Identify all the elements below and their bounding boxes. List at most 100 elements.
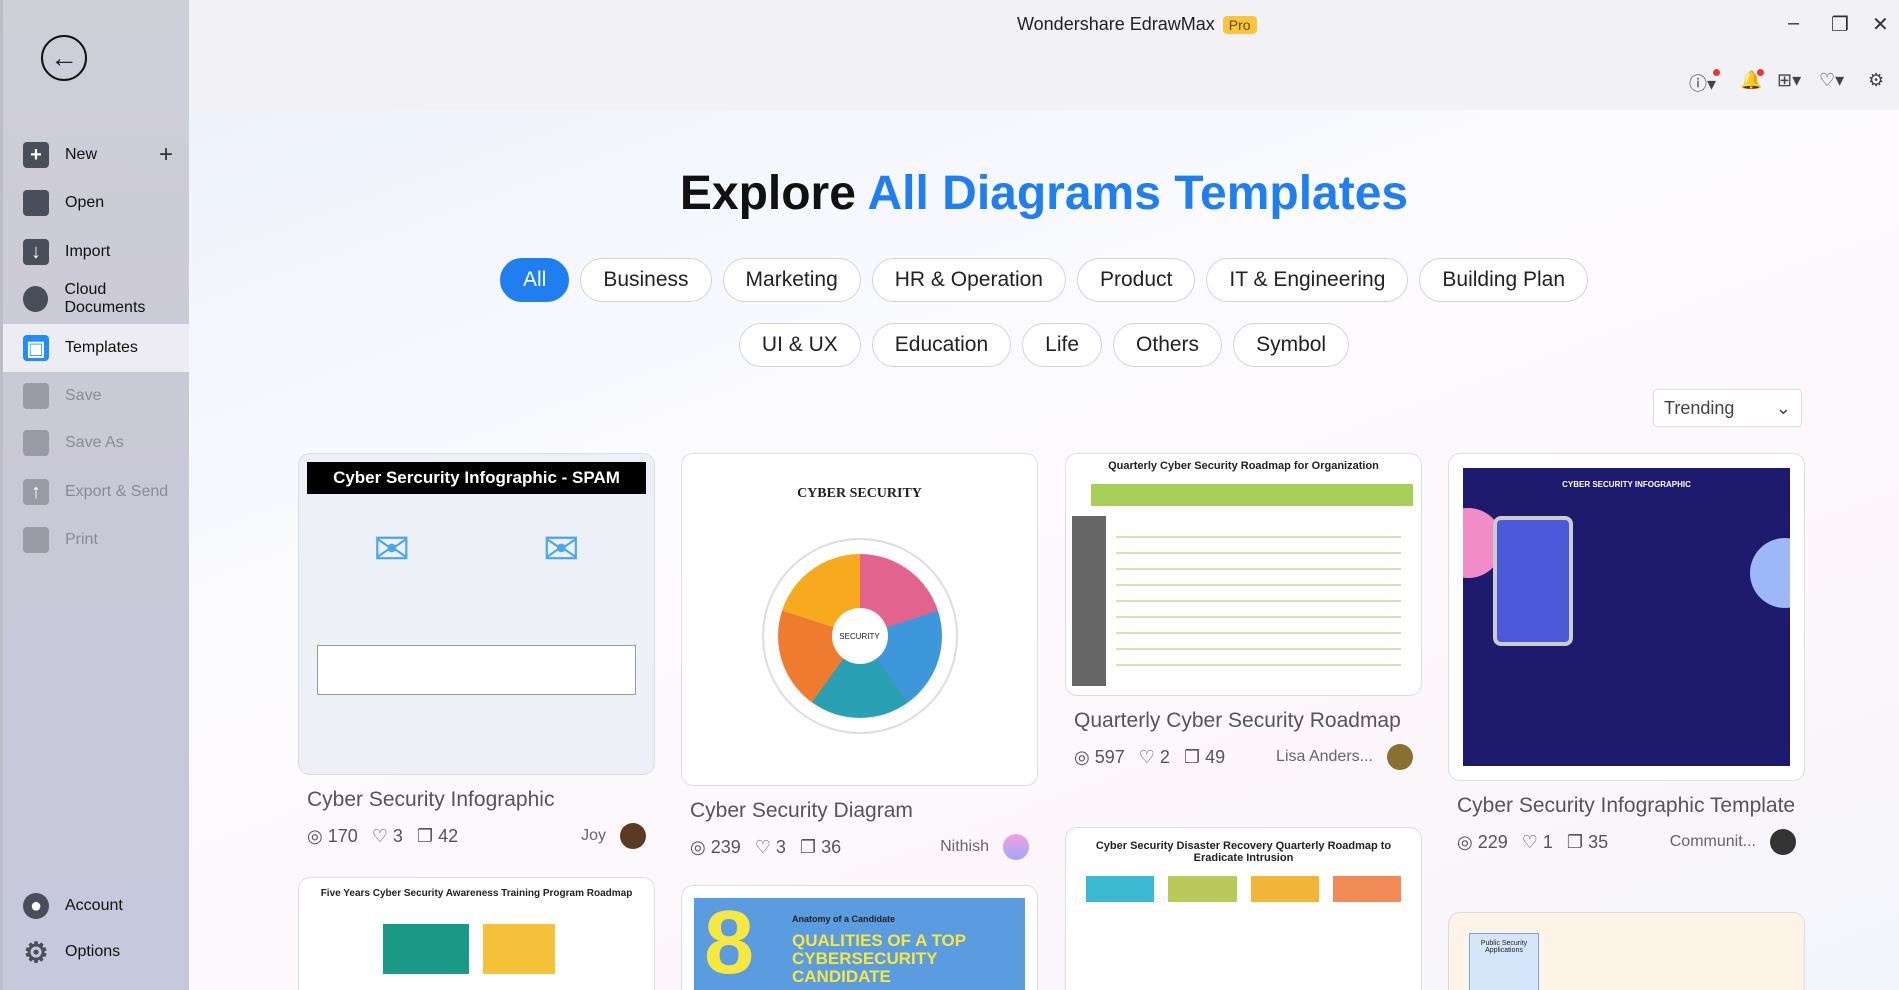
card-title[interactable]: Quarterly Cyber Security Roadmap (1065, 706, 1422, 736)
sidebar-item-print[interactable]: Print (3, 516, 189, 564)
category-chip-business[interactable]: Business (580, 258, 712, 302)
eye-icon: ◎ 170 (307, 825, 358, 846)
category-chip-marketing[interactable]: Marketing (722, 258, 861, 302)
app-name: Wondershare EdrawMax (1017, 14, 1215, 34)
template-thumbnail[interactable]: CYBER SECURITY INFOGRAPHIC (1448, 453, 1805, 781)
template-card[interactable]: Cyber Sercurity Infographic - SPAM ✉ ✉ Cy… (298, 453, 655, 849)
sidebar-item-account[interactable]: ● Account (3, 882, 189, 930)
sort-value: Trending (1664, 397, 1735, 418)
thumb-title: Five Years Cyber Security Awareness Trai… (320, 888, 633, 899)
category-row-1: All Business Marketing HR & Operation Produc… (189, 258, 1899, 302)
sidebar: ← + New + Open ↓ Import Cloud Documents ▣ Te… (0, 0, 189, 990)
category-chip-it-engineering[interactable]: IT & Engineering (1206, 258, 1409, 302)
restore-button[interactable]: ❐ (1831, 12, 1849, 37)
template-card[interactable]: CYBER SECURITY INFOGRAPHIC Cyber Securit… (1448, 453, 1805, 855)
author-avatar[interactable] (1770, 829, 1796, 855)
plus-square-icon: + (23, 142, 49, 168)
settings-icon[interactable]: ⚙ (1868, 70, 1884, 91)
template-thumbnail[interactable]: Public Security Applications (1448, 912, 1805, 990)
close-button[interactable]: ✕ (1872, 12, 1889, 37)
title-bar: Wondershare EdrawMax Pro – ❐ ✕ ⓘ▾ 🔔 ⊞▾ ♡▾… (189, 0, 1899, 110)
gear-icon: ⚙ (23, 936, 49, 968)
heart-icon: ♡ 1 (1521, 831, 1553, 852)
template-card[interactable]: 8 Anatomy of a Candidate QUALITIES OF A … (681, 885, 1038, 990)
cloud-icon (23, 286, 49, 312)
sidebar-item-new[interactable]: + New + (3, 131, 189, 179)
sort-dropdown[interactable]: Trending ⌄ (1653, 389, 1802, 427)
sidebar-item-label: Import (65, 243, 111, 260)
category-chip-education[interactable]: Education (871, 323, 1012, 367)
page-title: Explore All Diagrams Templates (679, 167, 1409, 220)
author-name[interactable]: Lisa Anders... (1276, 748, 1373, 766)
back-button[interactable]: ← (41, 35, 87, 81)
copy-icon: ❐ 49 (1183, 746, 1226, 767)
card-stats: ◎ 597 ♡ 2 ❐ 49 Lisa Anders... (1065, 736, 1422, 770)
minimize-button[interactable]: – (1788, 12, 1799, 35)
thumb-title: Cyber Sercurity Infographic - SPAM (307, 462, 646, 494)
card-stats: ◎ 170 ♡ 3 ❐ 42 Joy (298, 815, 655, 849)
thumb-title: Public Security Applications (1469, 933, 1539, 990)
save-as-icon (23, 430, 49, 456)
card-title[interactable]: Cyber Security Infographic (298, 785, 655, 815)
template-thumbnail[interactable]: Cyber Sercurity Infographic - SPAM ✉ ✉ (298, 453, 655, 775)
category-chip-ui-ux[interactable]: UI & UX (738, 323, 861, 367)
thumb-subtitle: Anatomy of a Candidate (792, 914, 896, 924)
category-row-2: UI & UX Education Life Others Symbol (189, 323, 1899, 367)
category-chip-others[interactable]: Others (1113, 323, 1223, 367)
card-stats: ◎ 229 ♡ 1 ❐ 35 Communit... (1448, 821, 1805, 855)
template-card[interactable]: Public Security Applications (1448, 912, 1805, 990)
sidebar-item-label: Options (65, 943, 121, 960)
sidebar-item-templates[interactable]: ▣ Templates (3, 324, 189, 372)
sidebar-item-label: Cloud Documents (64, 281, 146, 316)
category-chip-building-plan[interactable]: Building Plan (1419, 258, 1588, 302)
sidebar-item-open[interactable]: Open (3, 179, 189, 227)
template-thumbnail[interactable]: Five Years Cyber Security Awareness Trai… (298, 877, 655, 990)
sidebar-item-label: Templates (65, 339, 138, 356)
category-chip-hr-operation[interactable]: HR & Operation (871, 258, 1066, 302)
sidebar-item-save[interactable]: Save (3, 372, 189, 420)
sidebar-item-label: Save (65, 387, 102, 404)
folder-icon (23, 190, 49, 216)
author-name[interactable]: Joy (581, 827, 606, 845)
author-avatar[interactable] (620, 823, 646, 849)
sidebar-item-options[interactable]: ⚙ Options (3, 928, 189, 976)
template-thumbnail[interactable]: Quarterly Cyber Security Roadmap for Org… (1065, 453, 1422, 696)
sidebar-item-export-send[interactable]: ↑ Export & Send (3, 468, 189, 516)
card-title[interactable]: Cyber Security Infographic Template (1448, 791, 1805, 821)
help-icon[interactable]: ⓘ▾ (1689, 70, 1716, 96)
sidebar-item-cloud-documents[interactable]: Cloud Documents (3, 275, 189, 323)
category-chip-all[interactable]: All (499, 258, 570, 302)
save-icon (23, 383, 49, 409)
template-thumbnail[interactable]: 8 Anatomy of a Candidate QUALITIES OF A … (681, 885, 1038, 990)
skin-icon[interactable]: ♡▾ (1819, 70, 1844, 91)
template-thumbnail[interactable]: CYBER SECURITY SECURITY (681, 453, 1038, 786)
author-avatar[interactable] (1387, 744, 1413, 770)
export-icon: ↑ (23, 479, 49, 505)
category-chip-life[interactable]: Life (1022, 323, 1103, 367)
card-stats: ◎ 239 ♡ 3 ❐ 36 Nithish (681, 826, 1038, 860)
copy-icon: ❐ 42 (416, 825, 459, 846)
sidebar-item-label: Print (65, 531, 98, 548)
template-card[interactable]: Five Years Cyber Security Awareness Trai… (298, 877, 655, 990)
heart-icon: ♡ 3 (371, 825, 403, 846)
apps-icon[interactable]: ⊞▾ (1777, 70, 1801, 91)
template-card[interactable]: Cyber Security Disaster Recovery Quarter… (1065, 827, 1422, 990)
sidebar-item-label: Export & Send (65, 483, 169, 500)
sidebar-item-label: Account (65, 897, 123, 914)
template-card[interactable]: CYBER SECURITY SECURITY Cyber Security D… (681, 453, 1038, 860)
sidebar-item-save-as[interactable]: Save As (3, 419, 189, 467)
category-chip-product[interactable]: Product (1076, 258, 1196, 302)
template-card[interactable]: Quarterly Cyber Security Roadmap for Org… (1065, 453, 1422, 770)
sidebar-item-import[interactable]: ↓ Import (3, 228, 189, 276)
author-avatar[interactable] (1003, 834, 1029, 860)
templates-main: Explore All Diagrams Templates All Busine… (189, 110, 1899, 990)
eye-icon: ◎ 239 (690, 836, 741, 857)
templates-icon: ▣ (23, 335, 49, 361)
author-name[interactable]: Nithish (940, 838, 989, 856)
card-title[interactable]: Cyber Security Diagram (681, 796, 1038, 826)
author-name[interactable]: Communit... (1670, 833, 1756, 851)
template-thumbnail[interactable]: Cyber Security Disaster Recovery Quarter… (1065, 827, 1422, 990)
category-chip-symbol[interactable]: Symbol (1233, 323, 1350, 367)
thumb-title: CYBER SECURITY (797, 486, 922, 501)
add-icon[interactable]: + (159, 141, 173, 169)
